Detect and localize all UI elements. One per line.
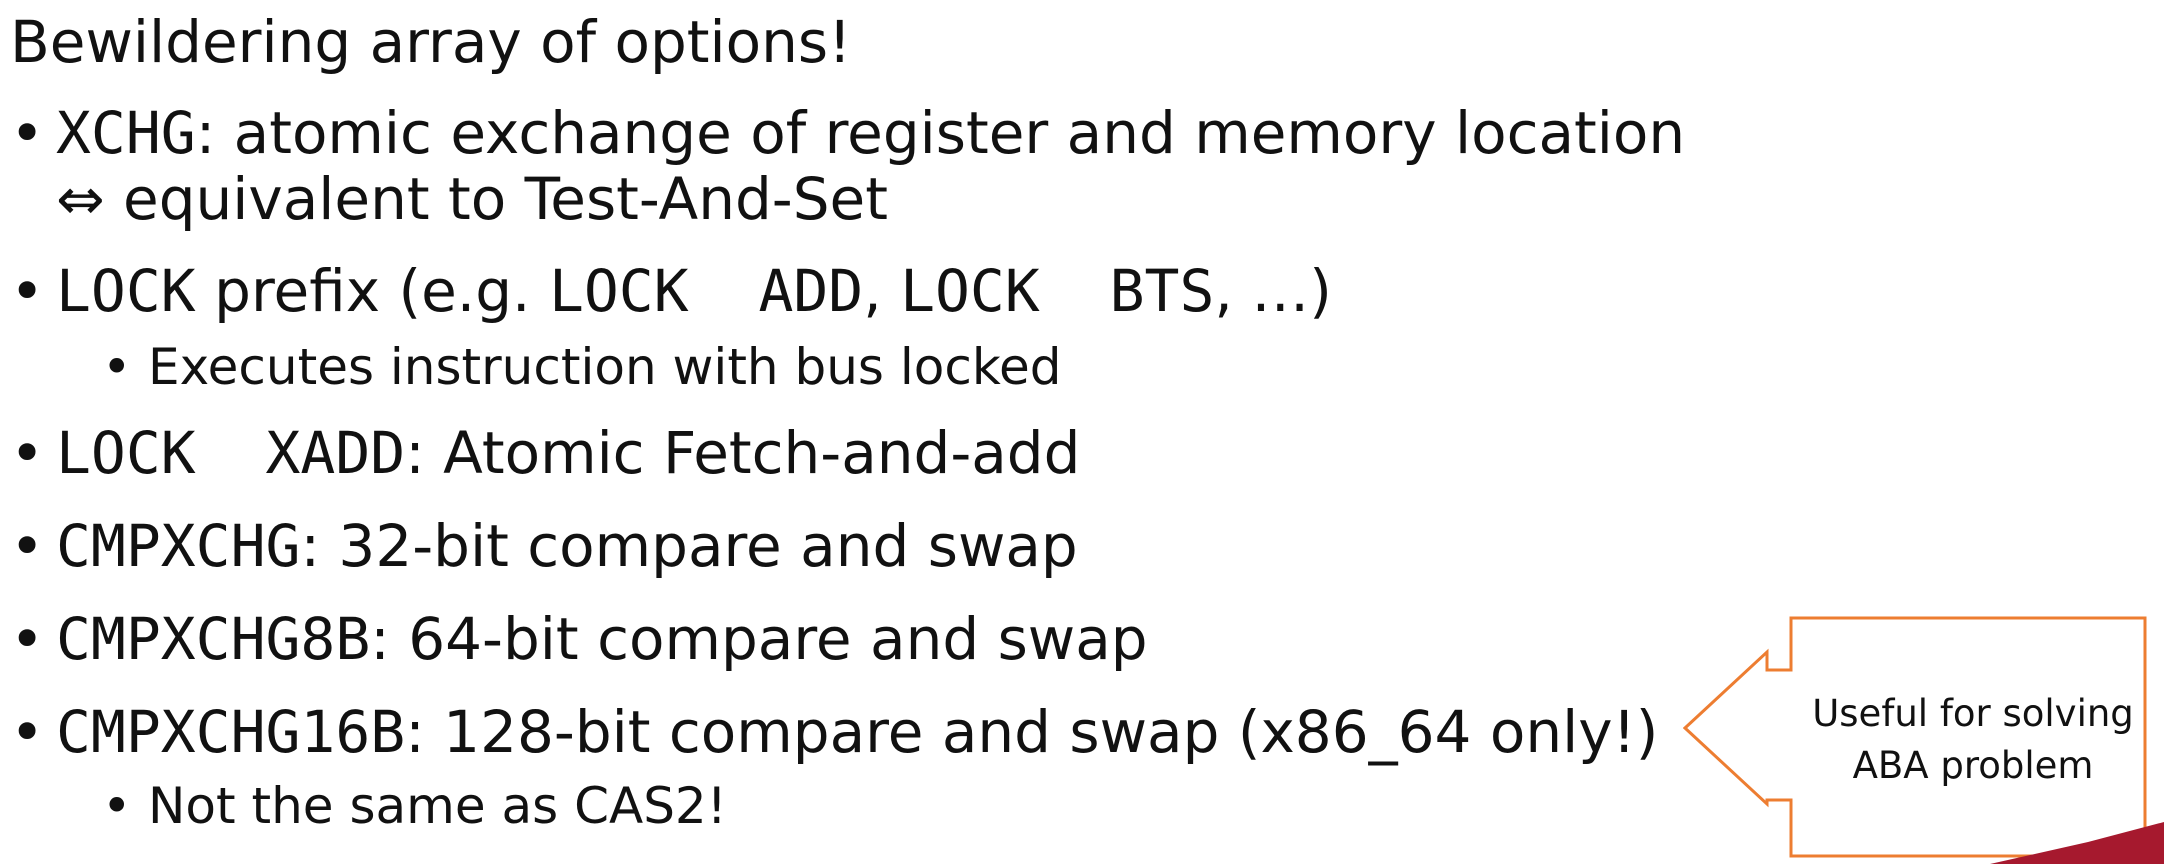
code-cmpxchg8b: CMPXCHG8B bbox=[56, 605, 371, 673]
code-cmpxchg16b: CMPXCHG16B bbox=[56, 698, 406, 766]
xchg-equivalence-text: equivalent to Test-And-Set bbox=[104, 165, 888, 233]
callout-line-2: ABA problem bbox=[1852, 744, 2094, 787]
corner-decoration bbox=[1990, 822, 2164, 864]
code-lock: LOCK bbox=[56, 257, 196, 325]
equivalence-symbol: ⇔ bbox=[56, 165, 105, 233]
cmpxchg8b-description: : 64-bit compare and swap bbox=[370, 605, 1148, 673]
bullet-dot: • bbox=[102, 777, 132, 835]
callout-line-1: Useful for solving bbox=[1812, 692, 2134, 735]
bullet-dot: • bbox=[10, 605, 45, 673]
bullet-dot: • bbox=[102, 338, 132, 396]
code-lock-xadd: LOCK XADD bbox=[56, 419, 406, 487]
not-cas2-text: Not the same as CAS2! bbox=[148, 777, 727, 835]
bullet-dot: • bbox=[10, 257, 45, 325]
bullet-xchg-continuation: ⇔ equivalent to Test-And-Set bbox=[56, 164, 888, 234]
bus-locked-text: Executes instruction with bus locked bbox=[148, 338, 1062, 396]
cmpxchg16b-description: : 128-bit compare and swap (x86_64 only!… bbox=[405, 698, 1659, 766]
code-xchg: XCHG bbox=[56, 99, 196, 167]
xchg-description: : atomic exchange of register and memory… bbox=[195, 99, 1686, 167]
lock-prefix-comma: , bbox=[863, 257, 901, 325]
code-lock-bts: LOCK BTS bbox=[900, 257, 1215, 325]
code-cmpxchg: CMPXCHG bbox=[56, 512, 301, 580]
bullet-dot: • bbox=[10, 419, 45, 487]
cmpxchg-description: : 32-bit compare and swap bbox=[300, 512, 1078, 580]
bullet-dot: • bbox=[10, 512, 45, 580]
bullet-dot: • bbox=[10, 698, 45, 766]
lock-prefix-text-end: , …) bbox=[1214, 257, 1332, 325]
lock-prefix-text: prefix (e.g. bbox=[195, 257, 549, 325]
callout-text: Useful for solving ABA problem bbox=[1793, 688, 2153, 792]
bullet-dot: • bbox=[10, 99, 45, 167]
xadd-description: : Atomic Fetch-and-add bbox=[405, 419, 1081, 487]
code-lock-add: LOCK ADD bbox=[548, 257, 864, 325]
